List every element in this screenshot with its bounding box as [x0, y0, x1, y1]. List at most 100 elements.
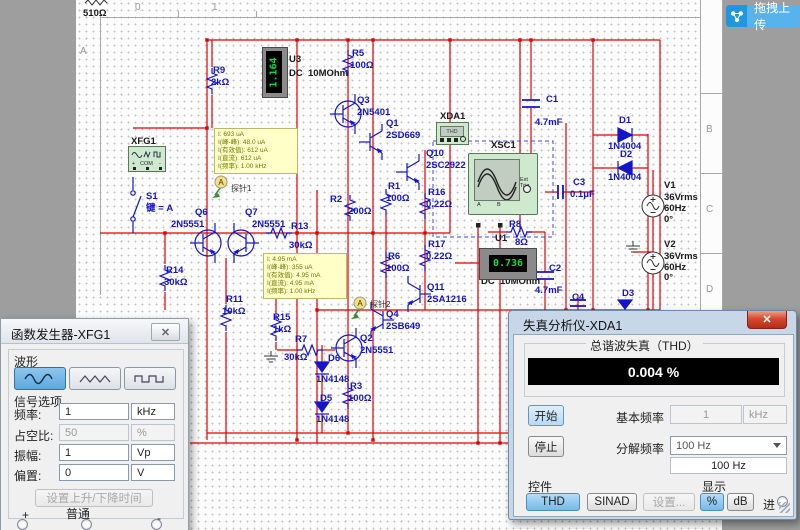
da-title-bar[interactable]: 失真分析仪-XDA1 ✕	[509, 311, 796, 334]
component-label[interactable]: 36Vrms	[664, 252, 698, 262]
frequency-unit[interactable]: kHz	[131, 403, 175, 420]
component-label[interactable]: 探针1	[231, 184, 251, 194]
component-label[interactable]: R14	[166, 266, 183, 276]
frequency-input[interactable]: 1	[59, 403, 129, 420]
component-label[interactable]: D2	[620, 150, 632, 160]
close-icon[interactable]: ✕	[151, 323, 180, 341]
component-label[interactable]: R13	[291, 222, 308, 232]
component-label[interactable]: Q7	[245, 208, 258, 218]
component-label[interactable]: 30kΩ	[289, 241, 312, 251]
fg-common-terminal[interactable]	[81, 519, 92, 530]
component-label[interactable]: 100Ω	[348, 394, 371, 404]
component-label[interactable]: R17	[428, 240, 445, 250]
component-label[interactable]: U1	[495, 234, 507, 244]
component-label[interactable]: 200Ω	[348, 207, 371, 217]
component-label[interactable]: D5	[320, 394, 332, 404]
fg-minus-terminal[interactable]	[151, 519, 162, 530]
component-label[interactable]: 100Ω	[386, 194, 409, 204]
component-label[interactable]: 60Hz	[664, 204, 686, 214]
component-label[interactable]: V2	[664, 240, 676, 250]
multimeter-u3[interactable]: 1.164	[262, 47, 288, 98]
set-rise-fall-button[interactable]: 设置上升/下降时间	[35, 489, 153, 507]
waveform-sine-button[interactable]	[14, 367, 66, 390]
component-label[interactable]: 2N5551	[171, 220, 204, 230]
component-label[interactable]: 2SB649	[386, 322, 420, 332]
component-label[interactable]: 510Ω	[83, 9, 106, 19]
component-label[interactable]: 0°	[664, 273, 673, 283]
component-label[interactable]: D6	[328, 354, 340, 364]
component-label[interactable]: 2kΩ	[211, 78, 229, 88]
component-label[interactable]: R15	[273, 313, 290, 323]
component-label[interactable]: Q6	[195, 208, 208, 218]
component-label[interactable]: 10kΩ	[222, 307, 245, 317]
component-label[interactable]: 1N4004	[608, 173, 641, 183]
component-label[interactable]: Q2	[360, 334, 373, 344]
distortion-analyzer-icon[interactable]: THD	[436, 122, 469, 145]
component-label[interactable]: C2	[549, 264, 561, 274]
component-label[interactable]: 1N4148	[316, 375, 349, 385]
component-label[interactable]: R1	[388, 182, 400, 192]
component-label[interactable]: 100Ω	[350, 61, 373, 71]
component-label[interactable]: 4.7mF	[535, 118, 562, 128]
component-label[interactable]: C4	[572, 293, 584, 303]
close-icon[interactable]: ✕	[747, 311, 787, 329]
oscilloscope-icon[interactable]: Ext Trig A B	[468, 153, 538, 215]
component-label[interactable]: Q4	[386, 310, 399, 320]
component-label[interactable]: 1N4148	[316, 415, 349, 425]
sinad-mode-button[interactable]: SINAD	[587, 493, 637, 511]
component-label[interactable]: S1	[146, 192, 158, 202]
amplitude-unit[interactable]: Vp	[131, 444, 175, 461]
amplitude-input[interactable]: 1	[59, 444, 129, 461]
component-label[interactable]: 0.1μF	[570, 190, 595, 200]
component-label[interactable]: Q3	[357, 96, 370, 106]
component-label[interactable]: Q1	[386, 119, 399, 129]
waveform-triangle-button[interactable]	[69, 367, 121, 390]
resize-grip[interactable]	[779, 502, 790, 513]
fundamental-freq-unit[interactable]: kHz	[743, 405, 787, 424]
fg-plus-terminal[interactable]	[17, 519, 28, 530]
component-label[interactable]: 1kΩ	[273, 325, 291, 335]
multimeter-u1[interactable]: 0.736	[479, 248, 537, 280]
offset-input[interactable]: 0	[59, 464, 129, 481]
component-label[interactable]: 0.22Ω	[426, 252, 452, 262]
offset-unit[interactable]: V	[131, 464, 175, 481]
component-label[interactable]: R16	[428, 188, 445, 198]
percent-display-button[interactable]: %	[700, 493, 724, 511]
component-label[interactable]: XSC1	[491, 141, 516, 151]
component-label[interactable]: R3	[350, 382, 362, 392]
component-label[interactable]: U3	[289, 55, 301, 65]
component-label[interactable]: Q11	[427, 283, 444, 293]
component-label[interactable]: C3	[573, 178, 585, 188]
component-label[interactable]: 0.22Ω	[426, 200, 452, 210]
stop-button[interactable]: 停止	[528, 436, 564, 457]
component-label[interactable]: DC 10MOhm	[289, 69, 348, 79]
component-label[interactable]: R7	[295, 335, 307, 345]
waveform-square-button[interactable]	[124, 367, 176, 390]
component-label[interactable]: R5	[352, 49, 364, 59]
resolution-freq-dropdown[interactable]: 100 Hz	[670, 436, 787, 455]
fg-title-bar[interactable]: 函数发生器-XFG1 ✕	[1, 319, 188, 344]
function-generator-icon[interactable]: + COM -	[128, 146, 166, 172]
settings-button[interactable]: 设置...	[643, 493, 695, 511]
component-label[interactable]: D1	[619, 116, 631, 126]
component-label[interactable]: 30kΩ	[284, 353, 307, 363]
component-label[interactable]: 4.7mF	[535, 286, 562, 296]
duty-cycle-input[interactable]: 50	[59, 424, 129, 441]
component-label[interactable]: 键 = A	[146, 204, 173, 214]
component-label[interactable]: 2N5551	[252, 220, 285, 230]
db-display-button[interactable]: dB	[727, 493, 754, 511]
component-label[interactable]: 30kΩ	[164, 278, 187, 288]
start-button[interactable]: 开始	[528, 405, 564, 426]
component-label[interactable]: R6	[388, 252, 400, 262]
component-label[interactable]: Q10	[426, 149, 444, 159]
component-label[interactable]: R9	[213, 66, 225, 76]
drag-upload-button[interactable]: 拖拽上传	[726, 5, 800, 27]
component-label[interactable]: 36Vrms	[664, 193, 698, 203]
component-label[interactable]: 0°	[664, 215, 673, 225]
component-label[interactable]: R11	[226, 295, 243, 305]
component-label[interactable]: 2SC2922	[426, 161, 466, 171]
component-label[interactable]: V1	[664, 181, 676, 191]
component-label[interactable]: 2SA1216	[427, 295, 467, 305]
component-label[interactable]: D3	[622, 289, 634, 299]
thd-mode-button[interactable]: THD	[526, 493, 580, 511]
